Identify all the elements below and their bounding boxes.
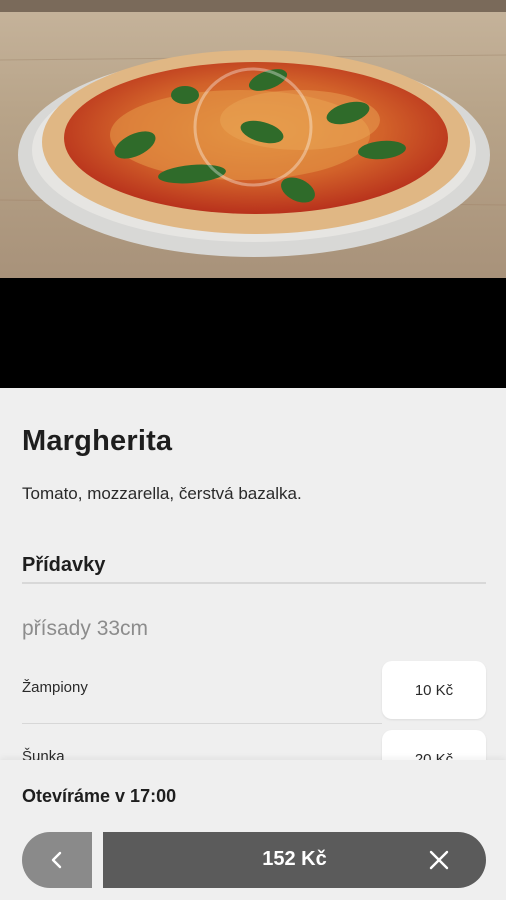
- image-letterbox: [0, 278, 506, 388]
- product-title: Margherita: [22, 425, 173, 457]
- extras-section-title: Přídavky: [22, 554, 106, 576]
- bottom-bar: Otevíráme v 17:00 152 Kč: [0, 760, 506, 900]
- back-button[interactable]: [22, 832, 92, 888]
- chevron-left-icon: [51, 851, 62, 869]
- extra-name: Šunka: [22, 748, 65, 760]
- product-description: Tomato, mozzarella, čerstvá bazalka.: [22, 484, 302, 503]
- extras-group-title: přísady 33cm: [22, 617, 149, 640]
- divider: [22, 582, 486, 584]
- pizza-image: [0, 0, 506, 257]
- divider: [22, 723, 382, 724]
- extra-name: Žampiony: [22, 679, 88, 696]
- opening-hours-note: Otevíráme v 17:00: [22, 786, 177, 806]
- add-extra-button[interactable]: 20 Kč: [382, 730, 486, 760]
- add-to-cart-button[interactable]: 152 Kč: [103, 832, 486, 888]
- product-image: [0, 0, 506, 278]
- product-detail[interactable]: Margherita Tomato, mozzarella, čerstvá b…: [0, 388, 506, 760]
- extra-row-sunka: Šunka 20 Kč: [22, 730, 486, 760]
- extra-row-zampiony: Žampiony 10 Kč: [22, 661, 486, 719]
- close-icon[interactable]: [428, 849, 450, 871]
- add-extra-button[interactable]: 10 Kč: [382, 661, 486, 719]
